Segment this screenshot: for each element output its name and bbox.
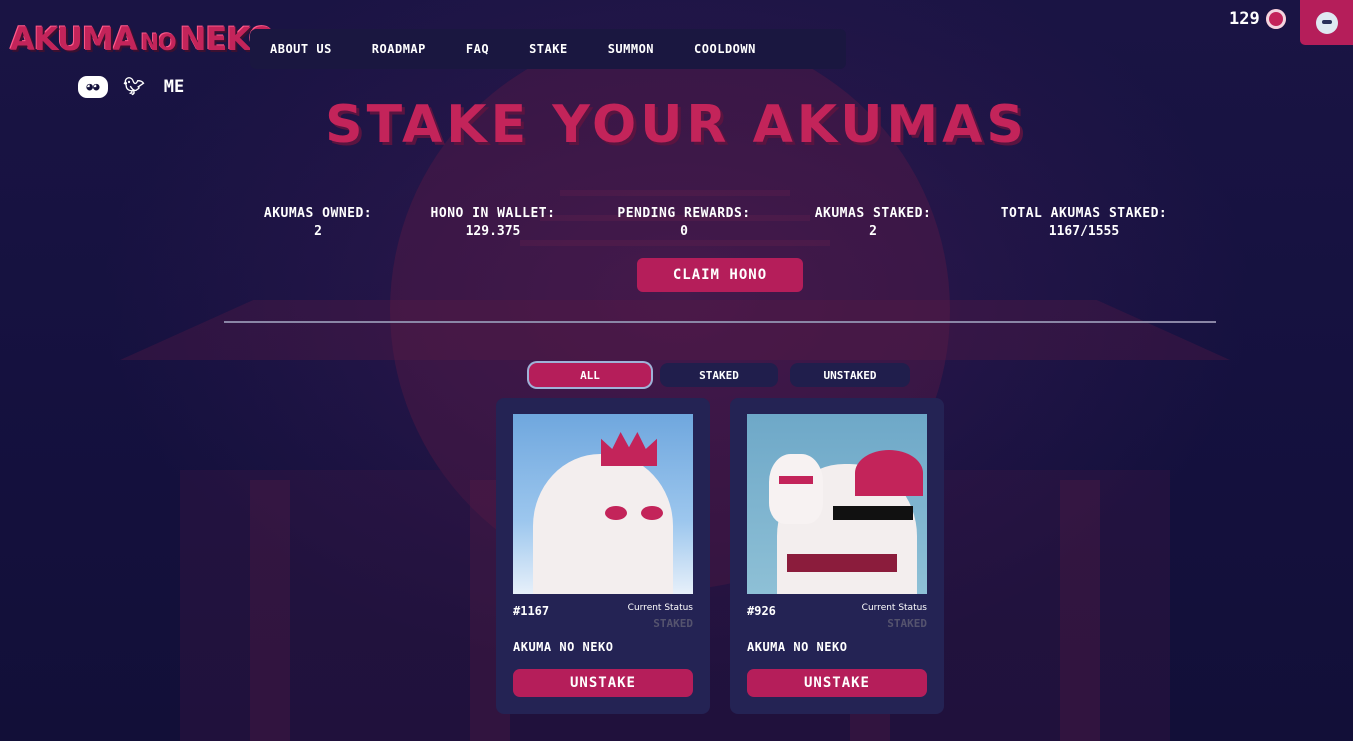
stat-pending-rewards: PENDING REWARDS: 0	[617, 206, 751, 239]
balance-value: 129	[1229, 9, 1260, 29]
nav-summon[interactable]: SUMMON	[588, 42, 674, 56]
nft-id: #926	[747, 604, 776, 618]
nft-id: #1167	[513, 604, 550, 618]
status-badge: STAKED	[653, 617, 693, 630]
stat-hono-in-wallet: HONO IN WALLET: 129.375	[430, 206, 556, 239]
unstake-button[interactable]: UNSTAKE	[513, 669, 693, 697]
logo-text-no: NO	[140, 31, 177, 56]
nav-cooldown[interactable]: COOLDOWN	[674, 42, 776, 56]
nft-image	[747, 414, 927, 594]
nav-faq[interactable]: FAQ	[446, 42, 509, 56]
profile-button[interactable]	[1300, 0, 1353, 45]
nav-stake[interactable]: STAKE	[509, 42, 588, 56]
nft-card: #926 Current Status STAKED AKUMA NO NEKO…	[730, 398, 944, 714]
site-logo[interactable]: AKUMA NO NEKO	[10, 20, 276, 58]
nft-card: #1167 Current Status STAKED AKUMA NO NEK…	[496, 398, 710, 714]
wallet-balance: 129	[1229, 9, 1286, 29]
section-divider	[224, 321, 1216, 323]
filter-all-tab[interactable]: ALL	[529, 363, 651, 387]
hono-token-icon	[1265, 9, 1286, 29]
status-badge: STAKED	[887, 617, 927, 630]
nft-name: AKUMA NO NEKO	[747, 640, 848, 654]
logo-text-akuma: AKUMA	[10, 20, 138, 58]
nft-image	[513, 414, 693, 594]
status-label: Current Status	[861, 603, 927, 613]
status-label: Current Status	[627, 603, 693, 613]
nav-about-us[interactable]: ABOUT US	[250, 42, 352, 56]
stat-total-akumas-staked: TOTAL AKUMAS STAKED: 1167/1555	[1000, 206, 1168, 239]
nav-roadmap[interactable]: ROADMAP	[352, 42, 446, 56]
main-nav: ABOUT US ROADMAP FAQ STAKE SUMMON COOLDO…	[250, 29, 846, 69]
filter-unstaked-tab[interactable]: UNSTAKED	[790, 363, 910, 387]
claim-hono-button[interactable]: CLAIM HONO	[637, 258, 803, 292]
filter-staked-tab[interactable]: STAKED	[660, 363, 778, 387]
page-title: STAKE YOUR AKUMAS	[325, 95, 1028, 155]
stat-akumas-owned: AKUMAS OWNED: 2	[263, 206, 373, 239]
stat-akumas-staked: AKUMAS STAKED: 2	[814, 206, 932, 239]
nft-name: AKUMA NO NEKO	[513, 640, 614, 654]
unstake-button[interactable]: UNSTAKE	[747, 669, 927, 697]
avatar-icon	[1315, 11, 1338, 34]
